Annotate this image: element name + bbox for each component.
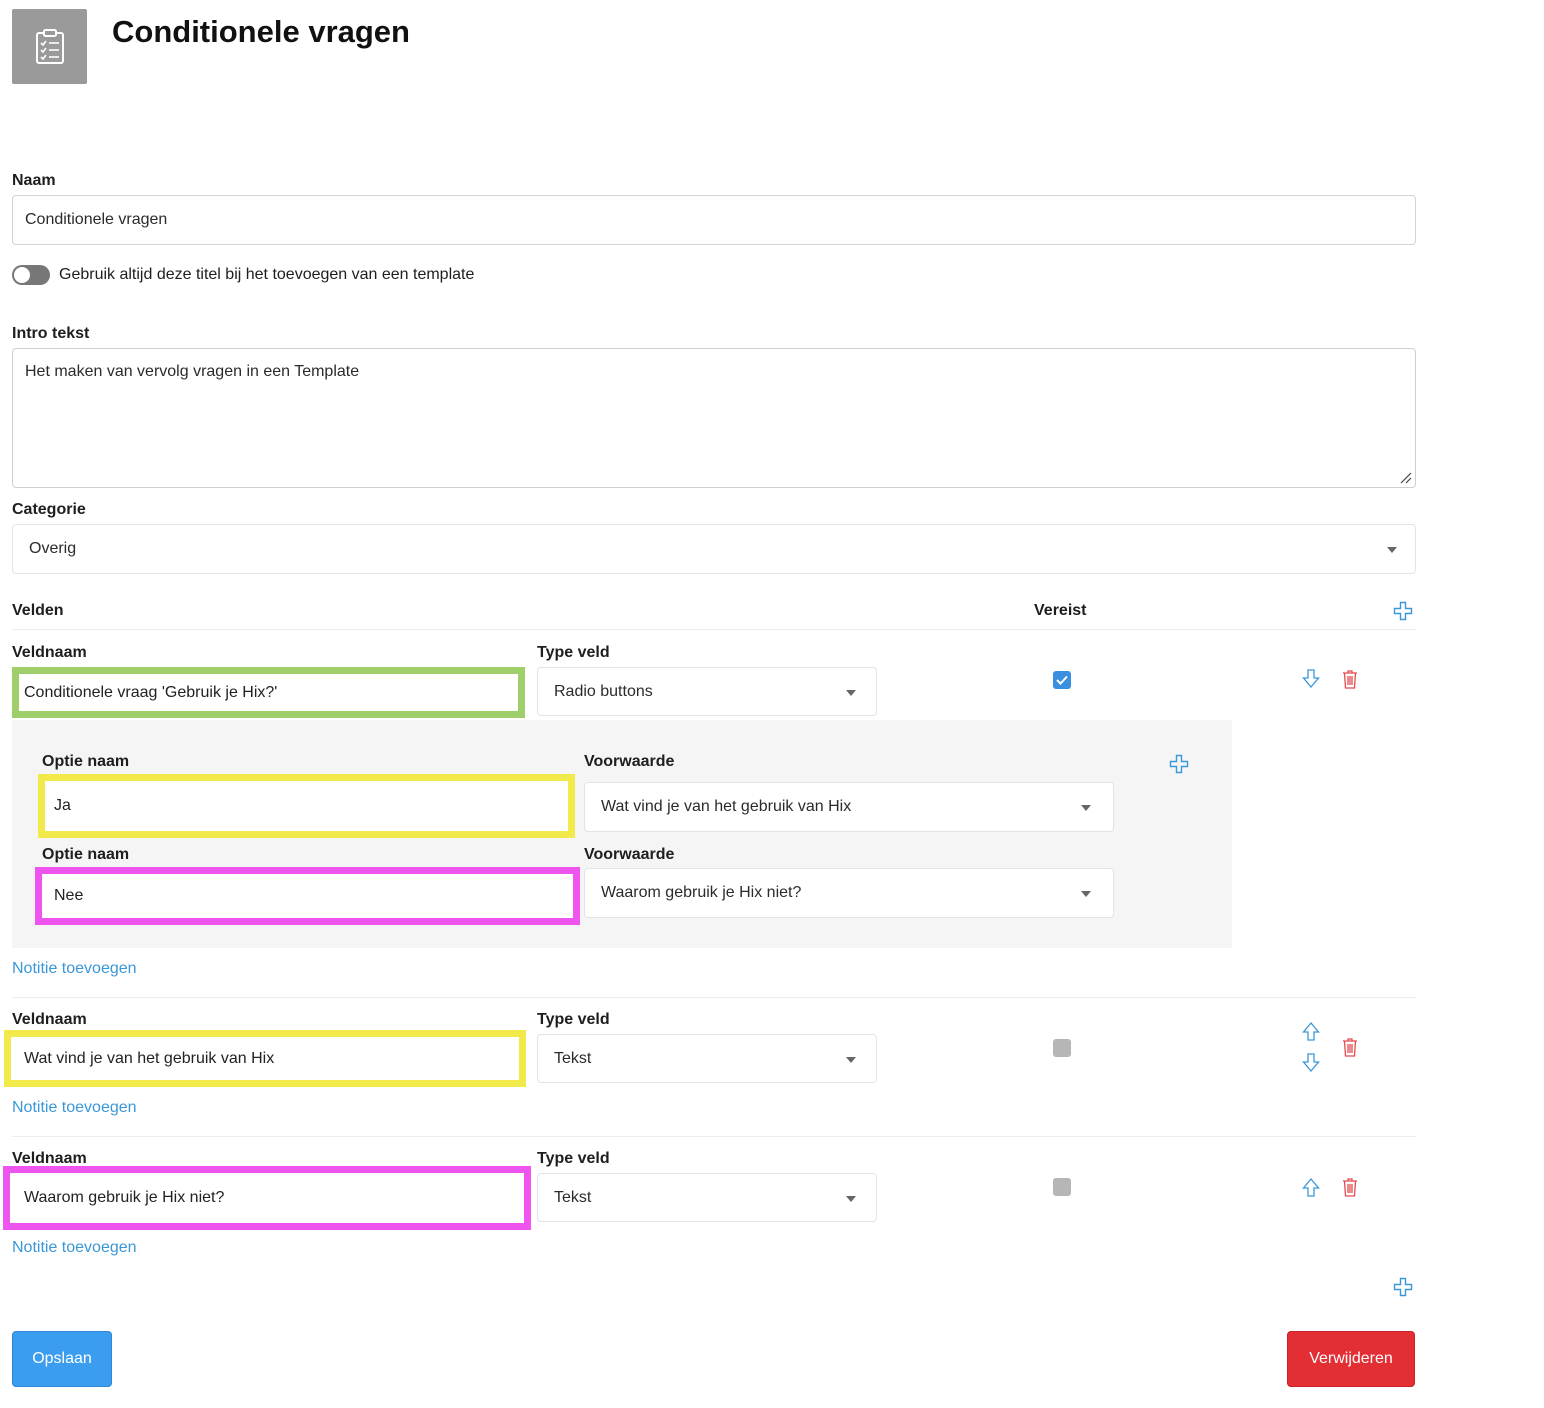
option-1-highlight: Ja (38, 774, 575, 838)
trash-icon (1343, 1038, 1357, 1057)
option-1-condition-label: Voorwaarde (584, 753, 675, 770)
field-3-highlight: Waarom gebruik je Hix niet? (3, 1166, 531, 1230)
field-2-type-value: Tekst (554, 1049, 592, 1067)
chevron-down-icon (846, 1195, 856, 1202)
option-1-condition-value: Wat vind je van het gebruik van Hix (601, 798, 852, 815)
title-toggle[interactable] (12, 265, 50, 285)
move-up-button[interactable] (1301, 1176, 1321, 1198)
chevron-down-icon (1081, 805, 1091, 811)
field-2-name-label: Veldnaam (12, 1011, 87, 1028)
category-select-value: Overig (29, 540, 77, 557)
arrow-up-icon (1302, 1021, 1320, 1041)
intro-label: Intro tekst (12, 325, 90, 342)
move-down-button[interactable] (1301, 1052, 1321, 1074)
field-1-add-note-link[interactable]: Notitie toevoegen (12, 960, 137, 978)
plus-icon (1169, 754, 1189, 774)
field-3-required-checkbox[interactable] (1053, 1178, 1071, 1196)
chevron-down-icon (1081, 891, 1091, 897)
field-1-type-label: Type veld (537, 644, 610, 661)
clipboard-checklist-icon (35, 28, 64, 64)
checkmark-icon (1056, 675, 1068, 685)
field-1-name-value: Conditionele vraag 'Gebruik je Hix?' (24, 683, 278, 701)
plus-icon (1393, 601, 1413, 621)
field-3-type-select[interactable]: Tekst (537, 1173, 877, 1222)
option-2-name-value: Nee (54, 887, 84, 904)
category-label: Categorie (12, 501, 86, 518)
plus-icon (1393, 1277, 1413, 1297)
field-2-highlight: Wat vind je van het gebruik van Hix (4, 1030, 526, 1087)
field-1-name-input[interactable]: Conditionele vraag 'Gebruik je Hix?' (19, 674, 518, 711)
add-option-button[interactable] (1168, 753, 1190, 775)
move-down-button[interactable] (1301, 668, 1321, 690)
option-1-name-value: Ja (54, 797, 71, 814)
delete-field-button[interactable] (1340, 1036, 1360, 1058)
divider (12, 1136, 1416, 1137)
delete-field-button[interactable] (1340, 1176, 1360, 1198)
field-2-type-label: Type veld (537, 1011, 610, 1028)
arrow-up-icon (1302, 1177, 1320, 1197)
delete-field-button[interactable] (1340, 668, 1360, 690)
chevron-down-icon (846, 689, 856, 696)
option-2-condition-label: Voorwaarde (584, 846, 675, 863)
field-1-type-select[interactable]: Radio buttons (537, 667, 877, 716)
option-1-name-label: Optie naam (42, 753, 130, 770)
required-column-header: Vereist (1034, 602, 1087, 619)
option-2-condition-value: Waarom gebruik je Hix niet? (601, 884, 802, 901)
intro-textarea[interactable]: Het maken van vervolg vragen in een Temp… (12, 348, 1416, 488)
chevron-down-icon (846, 1056, 856, 1063)
trash-icon (1343, 1178, 1357, 1197)
field-2-name-value: Wat vind je van het gebruik van Hix (24, 1049, 275, 1067)
intro-textarea-value: Het maken van vervolg vragen in een Temp… (25, 363, 360, 380)
option-1-name-input[interactable]: Ja (45, 781, 568, 831)
add-field-bottom-button[interactable] (1392, 1276, 1414, 1298)
field-1-name-label: Veldnaam (12, 644, 87, 661)
option-2-highlight: Nee (35, 867, 580, 925)
name-label: Naam (12, 172, 56, 189)
option-2-name-input[interactable]: Nee (42, 874, 573, 918)
toggle-label: Gebruik altijd deze titel bij het toevoe… (59, 266, 475, 283)
chevron-down-icon (1387, 547, 1397, 553)
field-2-name-input[interactable]: Wat vind je van het gebruik van Hix (11, 1037, 519, 1080)
toggle-knob (14, 267, 30, 283)
arrow-down-icon (1302, 1053, 1320, 1073)
add-field-button[interactable] (1392, 600, 1414, 622)
move-up-button[interactable] (1301, 1020, 1321, 1042)
field-3-name-input[interactable]: Waarom gebruik je Hix niet? (10, 1173, 524, 1223)
delete-button[interactable]: Verwijderen (1287, 1331, 1415, 1387)
field-2-required-checkbox[interactable] (1053, 1039, 1071, 1057)
option-1-condition-select[interactable]: Wat vind je van het gebruik van Hix (584, 782, 1114, 832)
fields-section-title: Velden (12, 602, 64, 619)
field-2-type-select[interactable]: Tekst (537, 1034, 877, 1083)
page-title: Conditionele vragen (112, 14, 410, 49)
field-3-name-value: Waarom gebruik je Hix niet? (24, 1189, 225, 1206)
name-input[interactable]: Conditionele vragen (12, 195, 1416, 245)
field-3-type-label: Type veld (537, 1150, 610, 1167)
name-input-value: Conditionele vragen (25, 211, 168, 228)
field-1-required-checkbox[interactable] (1053, 671, 1071, 689)
field-2-add-note-link[interactable]: Notitie toevoegen (12, 1099, 137, 1117)
arrow-down-icon (1302, 669, 1320, 689)
resize-handle-icon[interactable] (1400, 472, 1412, 484)
field-1-type-value: Radio buttons (554, 682, 653, 700)
divider (12, 629, 1416, 630)
category-select[interactable]: Overig (12, 524, 1416, 574)
header-icon-tile (12, 9, 87, 84)
field-3-type-value: Tekst (554, 1188, 592, 1206)
option-2-name-label: Optie naam (42, 846, 130, 863)
option-2-condition-select[interactable]: Waarom gebruik je Hix niet? (584, 868, 1114, 918)
field-3-add-note-link[interactable]: Notitie toevoegen (12, 1239, 137, 1257)
save-button[interactable]: Opslaan (12, 1331, 112, 1387)
field-1-highlight: Conditionele vraag 'Gebruik je Hix?' (12, 667, 525, 718)
divider (12, 997, 1416, 998)
trash-icon (1343, 670, 1357, 689)
